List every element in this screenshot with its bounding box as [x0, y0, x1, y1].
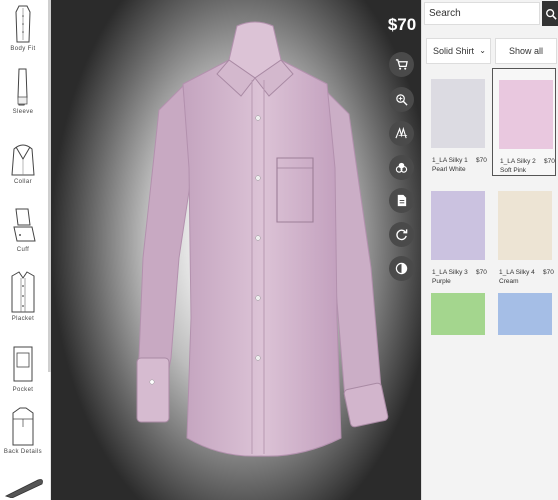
step-label: Sleeve	[12, 109, 34, 115]
cuff-icon	[13, 208, 36, 242]
cart-button[interactable]	[389, 52, 414, 77]
step-label: Back Details	[3, 449, 43, 455]
rotate-button[interactable]	[389, 222, 414, 247]
show-all-button[interactable]: Show all	[495, 38, 557, 64]
body-fit-icon	[15, 5, 31, 43]
tool-column: $70	[385, 0, 421, 500]
price-label: $70	[387, 15, 417, 34]
rotate-icon	[396, 229, 408, 241]
fabric-price: $70	[543, 269, 554, 276]
fabric-chip	[431, 79, 485, 148]
document-icon	[397, 194, 407, 207]
zoom-in-icon	[396, 94, 408, 106]
chevron-down-icon: ⌄	[479, 46, 486, 55]
contrast-toggle-button[interactable]	[389, 256, 414, 281]
fabric-price: $70	[476, 157, 487, 164]
step-cuff[interactable]: Cuff	[0, 205, 46, 253]
contrast-toggle-icon	[395, 262, 408, 275]
fabric-name: 1_LA Silky 2 Soft Pink	[500, 158, 536, 174]
step-collar[interactable]: Collar	[0, 137, 46, 185]
fabric-swatch[interactable]: 1_LA Silky 2 Soft Pink $70	[492, 68, 556, 176]
step-label: Cuff	[16, 247, 30, 253]
cart-icon	[395, 59, 408, 70]
fabric-chip	[431, 293, 485, 335]
step-back-details[interactable]: Back Details	[0, 405, 46, 455]
step-sleeve[interactable]: Sleeve	[0, 67, 46, 115]
fabric-price: $70	[544, 158, 555, 165]
contrast-fabric-icon	[395, 162, 408, 173]
category-value: Solid Shirt	[433, 46, 475, 56]
fabric-name: 1_LA Silky 1 Pearl White	[432, 157, 468, 173]
details-button[interactable]	[389, 188, 414, 213]
fabric-price: $70	[476, 269, 487, 276]
sleeve-icon	[17, 68, 28, 106]
step-label: Pocket	[12, 387, 34, 393]
step-label: Body Fit	[10, 46, 36, 52]
fabric-swatch[interactable]: 1_LA Silky 1 Pearl White $70	[425, 68, 489, 176]
hem-icon	[4, 479, 43, 498]
fabric-chip	[499, 80, 553, 149]
collar-icon	[11, 144, 35, 176]
step-label: Collar	[13, 179, 33, 185]
pocket-icon	[13, 346, 33, 382]
fabric-chip	[431, 191, 485, 260]
back-details-icon	[12, 407, 34, 446]
shirt-preview-stage	[51, 0, 421, 500]
fabric-swatch[interactable]	[492, 282, 556, 390]
shirt-preview-image[interactable]	[91, 18, 391, 488]
fabric-chip	[498, 293, 552, 335]
search-icon	[545, 8, 557, 20]
category-select[interactable]: Solid Shirt ⌄	[426, 38, 491, 64]
search-input[interactable]	[425, 3, 539, 24]
fabric-swatch[interactable]	[425, 282, 489, 390]
fabric-chip	[498, 191, 552, 260]
fabric-grid: 1_LA Silky 1 Pearl White $70 1_LA Silky …	[422, 66, 558, 500]
step-placket[interactable]: Placket	[0, 270, 46, 322]
design-step-rail: Body Fit Sleeve Collar Cuff Placket Pock…	[0, 0, 51, 500]
step-label: Placket	[11, 316, 35, 322]
monogram-button[interactable]	[389, 121, 414, 146]
contrast-fabric-button[interactable]	[389, 155, 414, 180]
search-box	[424, 2, 540, 25]
fabric-swatch[interactable]: 1_LA Silky 4 Cream $70	[492, 180, 556, 288]
placket-icon	[11, 271, 35, 313]
step-pocket[interactable]: Pocket	[0, 343, 46, 393]
monogram-icon	[395, 127, 408, 139]
fabric-panel: Solid Shirt ⌄ Show all 1_LA Silky 1 Pear…	[421, 0, 558, 500]
fabric-swatch[interactable]: 1_LA Silky 3 Purple $70	[425, 180, 489, 288]
zoom-button[interactable]	[389, 87, 414, 112]
step-body-fit[interactable]: Body Fit	[0, 4, 46, 52]
search-button[interactable]	[542, 1, 558, 26]
